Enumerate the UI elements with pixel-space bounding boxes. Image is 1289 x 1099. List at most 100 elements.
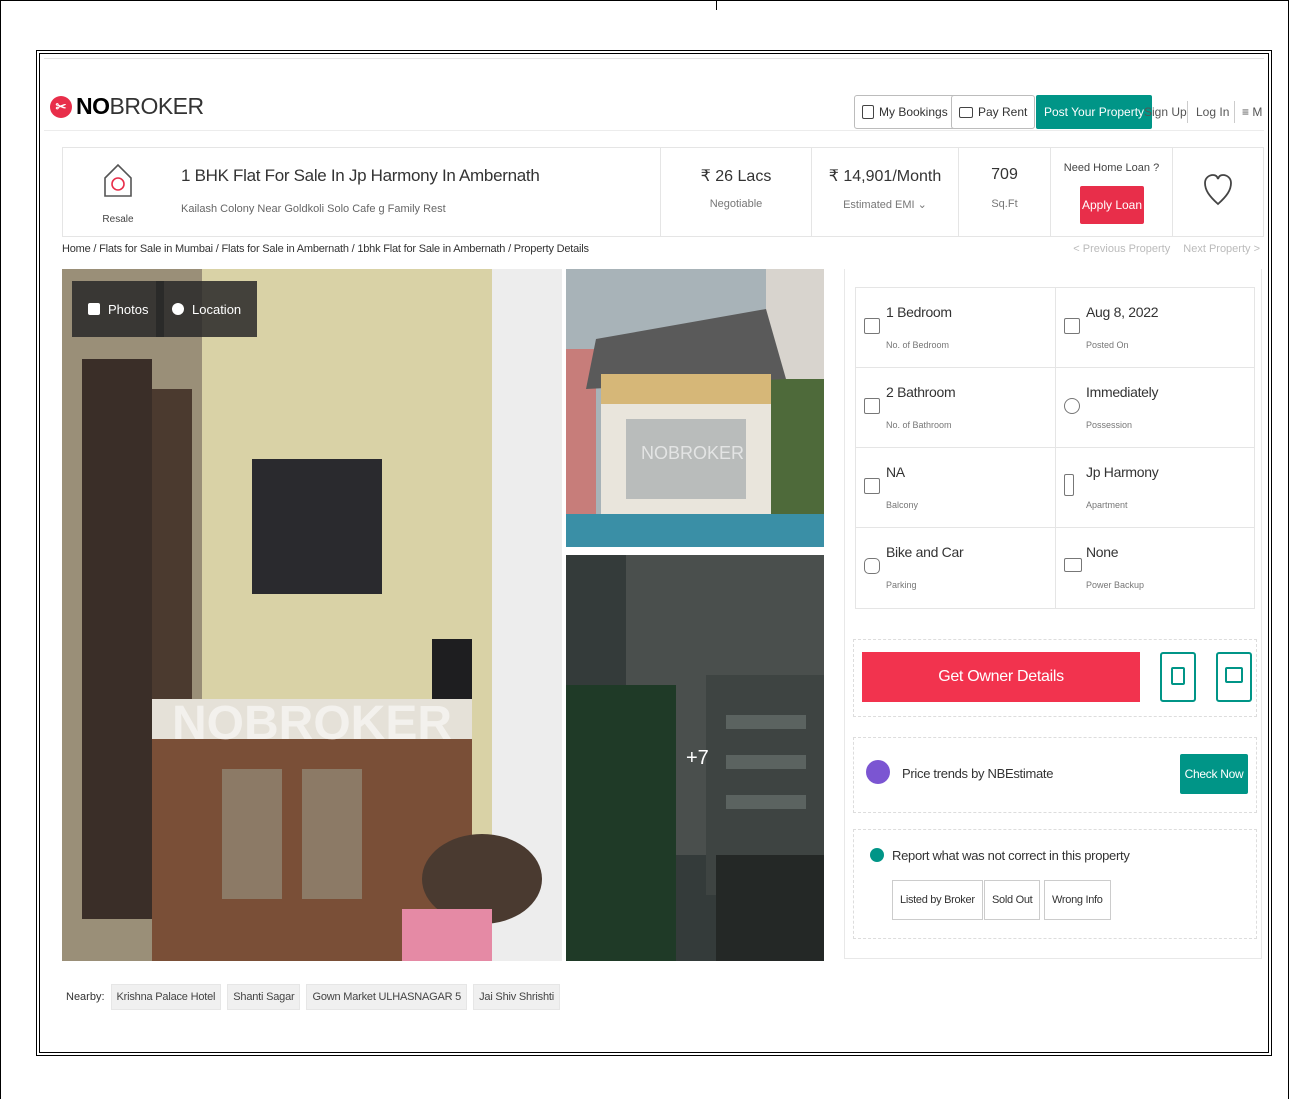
property-type-label: Resale <box>102 214 134 225</box>
calendar-icon <box>1064 318 1080 334</box>
spec-label: No. of Bathroom <box>886 420 952 430</box>
key-icon <box>1064 398 1080 414</box>
log-in-link[interactable]: Log In <box>1196 105 1229 119</box>
nbestimate-icon <box>866 760 890 784</box>
battery-icon <box>1064 558 1082 572</box>
area-unit: Sq.Ft <box>991 198 1018 210</box>
location-button[interactable]: Location <box>156 281 258 337</box>
spec-label: Possession <box>1086 420 1133 430</box>
chat-button[interactable] <box>1216 652 1252 702</box>
document-page: ✂ NOBROKER My Bookings Pay Rent Post You… <box>0 0 1289 1099</box>
bookings-icon <box>862 105 874 119</box>
emi-cell[interactable]: ₹ 14,901/Month Estimated EMI ⌄ <box>812 148 959 236</box>
next-property-link[interactable]: Next Property > <box>1183 243 1260 255</box>
spec-label: Balcony <box>886 500 919 510</box>
emi-note: Estimated EMI ⌄ <box>843 199 927 211</box>
bed-icon <box>864 318 880 334</box>
more-photos-count[interactable]: +7 <box>686 747 709 770</box>
price-value: ₹ 26 Lacs <box>700 168 772 185</box>
property-title-cell: Resale 1 BHK Flat For Sale In Jp Harmony… <box>63 148 661 236</box>
spec-value: Bike and Car <box>886 544 964 560</box>
spec-value: NA <box>886 464 905 480</box>
nearby-chip[interactable]: Krishna Palace Hotel <box>110 984 222 1010</box>
logo-mark-icon: ✂ <box>50 95 72 118</box>
nobroker-page: ✂ NOBROKER My Bookings Pay Rent Post You… <box>44 58 1264 1048</box>
my-bookings-button[interactable]: My Bookings <box>854 95 956 129</box>
spec-balcony: NA Balcony <box>856 448 1055 528</box>
report-text: Report what was not correct in this prop… <box>892 848 1130 863</box>
pay-rent-button[interactable]: Pay Rent <box>951 95 1036 129</box>
living-room-photo: NOBROKER <box>62 269 562 961</box>
spec-value: 1 Bedroom <box>886 304 952 320</box>
table-divider-tick <box>716 0 717 10</box>
page-top-border <box>0 0 1289 1</box>
spec-apartment: Jp Harmony Apartment <box>1055 448 1254 528</box>
logo-text-bold: NO <box>76 93 110 119</box>
header-separator <box>1234 101 1235 123</box>
nobroker-logo[interactable]: ✂ NOBROKER <box>50 93 204 120</box>
photo-building[interactable]: +7 <box>566 555 824 961</box>
schedule-visit-button[interactable] <box>1160 652 1196 702</box>
report-listed-by-broker-button[interactable]: Listed by Broker <box>892 880 983 920</box>
nearby-strip: Nearby: Krishna Palace Hotel Shanti Saga… <box>62 975 844 1019</box>
check-now-button[interactable]: Check Now <box>1180 754 1248 794</box>
resale-house-icon <box>104 163 132 197</box>
details-panel: 1 Bedroom No. of Bedroom Aug 8, 2022 Pos… <box>844 269 1262 959</box>
spec-possession: Immediately Possession <box>1055 368 1254 448</box>
spec-value: Jp Harmony <box>1086 464 1159 480</box>
clubhouse-photo: NOBROKER <box>566 269 824 547</box>
page-left-border <box>0 0 1 1099</box>
contact-actions: Get Owner Details <box>853 639 1257 717</box>
home-loan-question: Need Home Loan ? <box>1063 162 1160 174</box>
main-photo[interactable]: NOBROKER Photos Location <box>62 269 562 961</box>
report-sold-out-button[interactable]: Sold Out <box>984 880 1041 920</box>
property-title: 1 BHK Flat For Sale In Jp Harmony In Amb… <box>181 166 540 185</box>
spec-bathroom: 2 Bathroom No. of Bathroom <box>856 368 1055 448</box>
photos-button[interactable]: Photos <box>72 281 165 337</box>
building-icon <box>1064 474 1074 496</box>
my-bookings-label: My Bookings <box>879 105 948 119</box>
photo-clubhouse[interactable]: NOBROKER <box>566 269 824 547</box>
spec-label: Power Backup <box>1086 580 1145 590</box>
spec-value: Immediately <box>1086 384 1159 400</box>
area-value: 709 <box>991 166 1018 183</box>
photos-label: Photos <box>108 301 149 317</box>
location-label: Location <box>192 301 242 317</box>
spec-label: No. of Bedroom <box>886 340 950 350</box>
svg-text:NOBROKER: NOBROKER <box>641 443 744 463</box>
apply-loan-button[interactable]: Apply Loan <box>1080 186 1144 224</box>
chat-icon <box>1225 667 1243 683</box>
property-address: Kailash Colony Near Goldkoli Solo Cafe g… <box>181 203 446 215</box>
spec-grid: 1 Bedroom No. of Bedroom Aug 8, 2022 Pos… <box>855 287 1255 609</box>
area-cell: 709 Sq.Ft <box>959 148 1051 236</box>
bathtub-icon <box>864 398 880 414</box>
spec-power-backup: None Power Backup <box>1055 528 1254 608</box>
report-wrong-info-button[interactable]: Wrong Info <box>1044 880 1111 920</box>
spec-value: 2 Bathroom <box>886 384 956 400</box>
site-header: ✂ NOBROKER My Bookings Pay Rent Post You… <box>44 75 1264 131</box>
property-summary-bar: Resale 1 BHK Flat For Sale In Jp Harmony… <box>62 147 1264 237</box>
nearby-chip[interactable]: Jai Shiv Shrishti <box>473 984 560 1010</box>
post-property-button[interactable]: Post Your Property <box>1036 95 1153 129</box>
spec-parking: Bike and Car Parking <box>856 528 1055 608</box>
previous-property-link[interactable]: < Previous Property <box>1073 243 1170 255</box>
menu-button[interactable]: ≡ M <box>1242 105 1262 119</box>
get-owner-details-button[interactable]: Get Owner Details <box>862 652 1140 702</box>
shortlist-heart-icon[interactable] <box>1203 172 1233 208</box>
report-card: Report what was not correct in this prop… <box>853 829 1257 939</box>
screenshot-frame: ✂ NOBROKER My Bookings Pay Rent Post You… <box>36 50 1272 1056</box>
balcony-icon <box>864 478 880 494</box>
calendar-icon <box>1171 667 1185 685</box>
price-note: Negotiable <box>709 198 763 210</box>
spec-bedroom: 1 Bedroom No. of Bedroom <box>856 288 1055 368</box>
svg-text:NOBROKER: NOBROKER <box>172 697 452 750</box>
spec-label: Apartment <box>1086 500 1128 510</box>
spec-value: Aug 8, 2022 <box>1086 304 1159 320</box>
sign-up-link[interactable]: Sign Up <box>1144 105 1187 119</box>
location-icon <box>172 303 184 315</box>
breadcrumb[interactable]: Home / Flats for Sale in Mumbai / Flats … <box>62 243 589 255</box>
nearby-chip[interactable]: Gown Market ULHASNAGAR 5 <box>306 984 468 1010</box>
spec-label: Parking <box>886 580 917 590</box>
pay-rent-label: Pay Rent <box>978 105 1028 119</box>
nearby-chip[interactable]: Shanti Sagar <box>227 984 301 1010</box>
